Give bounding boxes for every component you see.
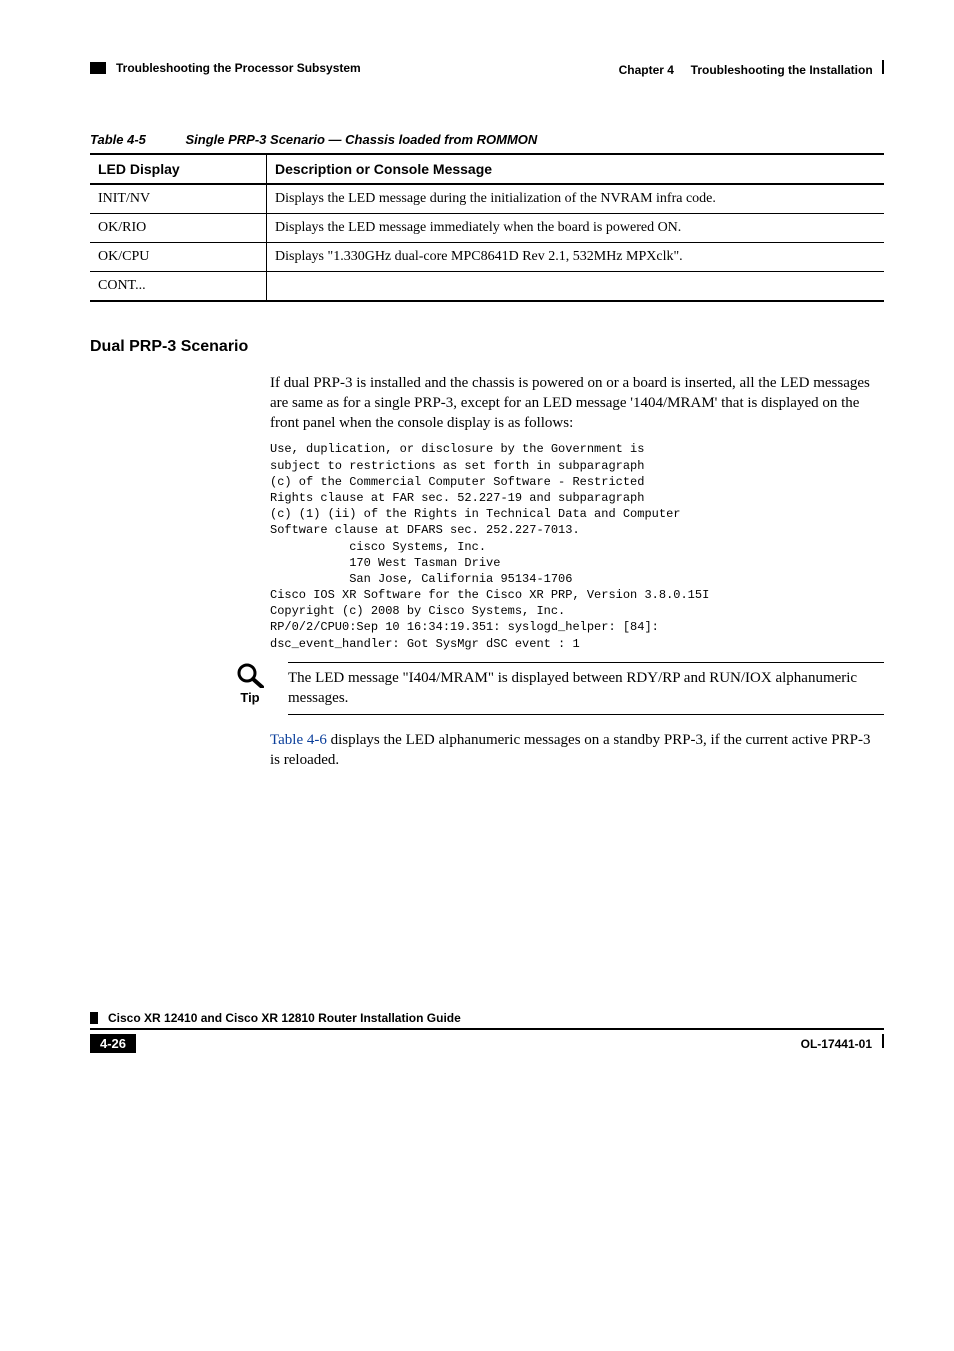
cell-desc: Displays the LED message immediately whe…	[267, 214, 885, 243]
table-caption: Table 4-5 Single PRP-3 Scenario — Chassi…	[90, 132, 884, 147]
tip-label: Tip	[240, 690, 259, 705]
header-title: Troubleshooting the Installation	[691, 63, 873, 77]
header-bar-icon	[882, 60, 884, 74]
table-row: OK/CPU Displays "1.330GHz dual-core MPC8…	[90, 243, 884, 272]
after-tip-paragraph: Table 4-6 displays the LED alphanumeric …	[270, 731, 884, 771]
console-output: Use, duplication, or disclosure by the G…	[270, 441, 884, 651]
header-left-text: Troubleshooting the Processor Subsystem	[116, 61, 361, 75]
table-number: Table 4-5	[90, 132, 146, 147]
page-number: 4-26	[90, 1034, 136, 1053]
doc-number: OL-17441-01	[801, 1037, 872, 1051]
cell-desc: Displays the LED message during the init…	[267, 184, 885, 214]
footer-square-icon	[90, 1012, 98, 1024]
cell-led: OK/RIO	[90, 214, 267, 243]
running-header: Troubleshooting the Processor Subsystem …	[90, 60, 884, 77]
cell-led: CONT...	[90, 272, 267, 302]
footer-doc-title: Cisco XR 12410 and Cisco XR 12810 Router…	[108, 1011, 461, 1025]
table-row: INIT/NV Displays the LED message during …	[90, 184, 884, 214]
col-header-desc: Description or Console Message	[267, 154, 885, 184]
table-row: OK/RIO Displays the LED message immediat…	[90, 214, 884, 243]
after-tip-rest: displays the LED alphanumeric messages o…	[270, 732, 870, 768]
section-heading: Dual PRP-3 Scenario	[90, 338, 884, 356]
cell-led: OK/CPU	[90, 243, 267, 272]
cell-desc	[267, 272, 885, 302]
cell-desc: Displays "1.330GHz dual-core MPC8641D Re…	[267, 243, 885, 272]
header-chapter: Chapter 4	[619, 63, 674, 77]
cell-led: INIT/NV	[90, 184, 267, 214]
tip-text: The LED message "I404/MRAM" is displayed…	[288, 662, 884, 716]
table-link[interactable]: Table 4-6	[270, 732, 327, 748]
header-square-icon	[90, 62, 106, 74]
col-header-led: LED Display	[90, 154, 267, 184]
table-row: CONT...	[90, 272, 884, 302]
table-title: Single PRP-3 Scenario — Chassis loaded f…	[186, 132, 538, 147]
led-table: LED Display Description or Console Messa…	[90, 153, 884, 302]
footer-bar-icon	[882, 1034, 884, 1048]
magnifier-icon	[236, 662, 264, 688]
section-paragraph: If dual PRP-3 is installed and the chass…	[270, 374, 884, 433]
